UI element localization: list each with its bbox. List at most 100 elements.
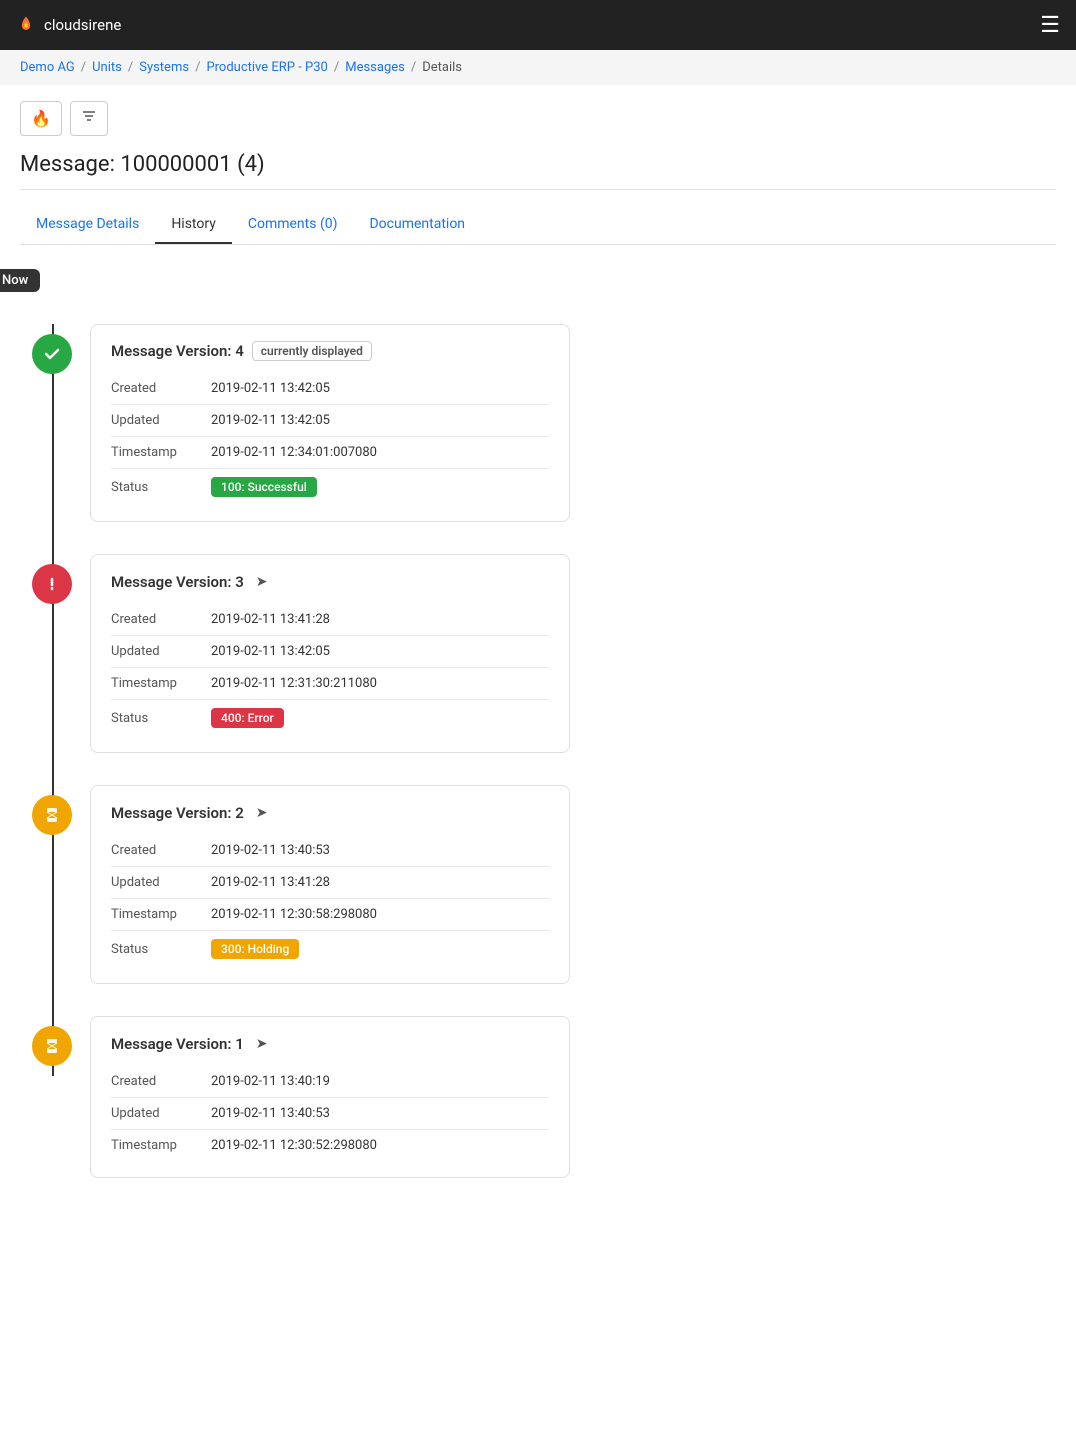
card-v1-header: Message Version: 1 ➤ xyxy=(111,1033,549,1054)
field-value: 2019-02-11 13:40:19 xyxy=(211,1066,549,1098)
table-row: Timestamp 2019-02-11 12:34:01:007080 xyxy=(111,437,549,469)
card-v2-header: Message Version: 2 ➤ xyxy=(111,802,549,823)
menu-button[interactable]: ☰ xyxy=(1040,12,1060,38)
card-v2: Message Version: 2 ➤ Created 2019-02-11 … xyxy=(90,785,570,984)
field-label: Status xyxy=(111,931,211,968)
table-row: Updated 2019-02-11 13:41:28 xyxy=(111,867,549,899)
breadcrumb-sep-2: / xyxy=(128,60,133,75)
timeline-item-v1: Message Version: 1 ➤ Created 2019-02-11 … xyxy=(90,1016,1056,1178)
page-content: 🔥 Message: 100000001 (4) Message Details… xyxy=(0,85,1076,1226)
field-value: 400: Error xyxy=(211,700,549,737)
timeline-icon-v2 xyxy=(32,795,72,835)
timeline-item-v4: Message Version: 4 currently displayed C… xyxy=(90,324,1056,522)
field-label: Timestamp xyxy=(111,437,211,469)
now-badge: Now xyxy=(0,269,40,292)
table-row: Updated 2019-02-11 13:42:05 xyxy=(111,636,549,668)
table-row: Created 2019-02-11 13:41:28 xyxy=(111,604,549,636)
card-v3-title: Message Version: 3 xyxy=(111,573,244,591)
field-label: Updated xyxy=(111,1098,211,1130)
field-value: 2019-02-11 13:42:05 xyxy=(211,405,549,437)
field-label: Timestamp xyxy=(111,668,211,700)
timeline-icon-v1 xyxy=(32,1026,72,1066)
field-label: Timestamp xyxy=(111,1130,211,1162)
fire-button[interactable]: 🔥 xyxy=(20,101,62,136)
breadcrumb: Demo AG / Units / Systems / Productive E… xyxy=(0,50,1076,85)
status-badge-v3: 400: Error xyxy=(211,708,284,728)
flame-icon xyxy=(16,15,36,35)
card-v2-table: Created 2019-02-11 13:40:53 Updated 2019… xyxy=(111,835,549,967)
timeline-icon-v4 xyxy=(32,334,72,374)
field-label: Updated xyxy=(111,867,211,899)
brand: cloudsirene xyxy=(16,15,121,35)
field-label: Updated xyxy=(111,405,211,437)
field-value: 2019-02-11 13:41:28 xyxy=(211,867,549,899)
card-v3-table: Created 2019-02-11 13:41:28 Updated 2019… xyxy=(111,604,549,736)
breadcrumb-sep-4: / xyxy=(334,60,339,75)
field-value: 2019-02-11 12:30:52:298080 xyxy=(211,1130,549,1162)
field-value: 2019-02-11 12:31:30:211080 xyxy=(211,668,549,700)
status-badge-v2: 300: Holding xyxy=(211,939,299,959)
status-badge-v4: 100: Successful xyxy=(211,477,317,497)
navigate-v1-button[interactable]: ➤ xyxy=(252,1033,272,1054)
field-label: Updated xyxy=(111,636,211,668)
page-title: Message: 100000001 (4) xyxy=(20,152,1056,190)
field-label: Created xyxy=(111,373,211,405)
filter-button[interactable] xyxy=(70,101,108,136)
table-row: Created 2019-02-11 13:42:05 xyxy=(111,373,549,405)
timeline-icon-v3 xyxy=(32,564,72,604)
navigate-v2-button[interactable]: ➤ xyxy=(252,802,272,823)
breadcrumb-erp[interactable]: Productive ERP - P30 xyxy=(206,60,327,75)
card-v4-table: Created 2019-02-11 13:42:05 Updated 2019… xyxy=(111,373,549,505)
table-row: Timestamp 2019-02-11 12:31:30:211080 xyxy=(111,668,549,700)
timeline: Now Message Version: 4 currently display… xyxy=(20,269,1056,1178)
hourglass-icon-v1 xyxy=(42,1036,62,1056)
card-v1: Message Version: 1 ➤ Created 2019-02-11 … xyxy=(90,1016,570,1178)
table-row: Created 2019-02-11 13:40:19 xyxy=(111,1066,549,1098)
check-icon xyxy=(42,344,62,364)
card-v4-title: Message Version: 4 xyxy=(111,342,244,360)
table-row: Status 300: Holding xyxy=(111,931,549,968)
table-row: Updated 2019-02-11 13:42:05 xyxy=(111,405,549,437)
breadcrumb-sep-3: / xyxy=(195,60,200,75)
card-v3: Message Version: 3 ➤ Created 2019-02-11 … xyxy=(90,554,570,753)
breadcrumb-details: Details xyxy=(422,60,462,75)
tab-comments[interactable]: Comments (0) xyxy=(232,206,354,244)
field-value: 100: Successful xyxy=(211,469,549,506)
warning-icon xyxy=(42,574,62,594)
field-value: 2019-02-11 12:30:58:298080 xyxy=(211,899,549,931)
breadcrumb-systems[interactable]: Systems xyxy=(139,60,189,75)
timeline-item-v3: Message Version: 3 ➤ Created 2019-02-11 … xyxy=(90,554,1056,753)
table-row: Timestamp 2019-02-11 12:30:52:298080 xyxy=(111,1130,549,1162)
brand-name: cloudsirene xyxy=(44,16,121,34)
tab-documentation[interactable]: Documentation xyxy=(353,206,481,244)
card-v3-header: Message Version: 3 ➤ xyxy=(111,571,549,592)
table-row: Status 400: Error xyxy=(111,700,549,737)
breadcrumb-messages[interactable]: Messages xyxy=(345,60,405,75)
field-label: Created xyxy=(111,835,211,867)
breadcrumb-demo-ag[interactable]: Demo AG xyxy=(20,60,75,75)
card-v1-title: Message Version: 1 xyxy=(111,1035,244,1053)
table-row: Status 100: Successful xyxy=(111,469,549,506)
field-value: 2019-02-11 12:34:01:007080 xyxy=(211,437,549,469)
hourglass-icon-v2 xyxy=(42,805,62,825)
card-v2-title: Message Version: 2 xyxy=(111,804,244,822)
field-value: 2019-02-11 13:40:53 xyxy=(211,835,549,867)
breadcrumb-sep-1: / xyxy=(81,60,86,75)
toolbar: 🔥 xyxy=(20,101,1056,136)
field-value: 2019-02-11 13:42:05 xyxy=(211,373,549,405)
navigate-v3-button[interactable]: ➤ xyxy=(252,571,272,592)
field-value: 2019-02-11 13:42:05 xyxy=(211,636,549,668)
currently-displayed-badge: currently displayed xyxy=(252,341,372,361)
card-v1-table: Created 2019-02-11 13:40:19 Updated 2019… xyxy=(111,1066,549,1161)
tab-history[interactable]: History xyxy=(155,206,232,244)
breadcrumb-sep-5: / xyxy=(411,60,416,75)
field-label: Timestamp xyxy=(111,899,211,931)
field-value: 2019-02-11 13:41:28 xyxy=(211,604,549,636)
breadcrumb-units[interactable]: Units xyxy=(92,60,122,75)
table-row: Created 2019-02-11 13:40:53 xyxy=(111,835,549,867)
field-label: Status xyxy=(111,469,211,506)
table-row: Updated 2019-02-11 13:40:53 xyxy=(111,1098,549,1130)
tabs: Message Details History Comments (0) Doc… xyxy=(20,206,1056,245)
tab-message-details[interactable]: Message Details xyxy=(20,206,155,244)
field-label: Created xyxy=(111,1066,211,1098)
